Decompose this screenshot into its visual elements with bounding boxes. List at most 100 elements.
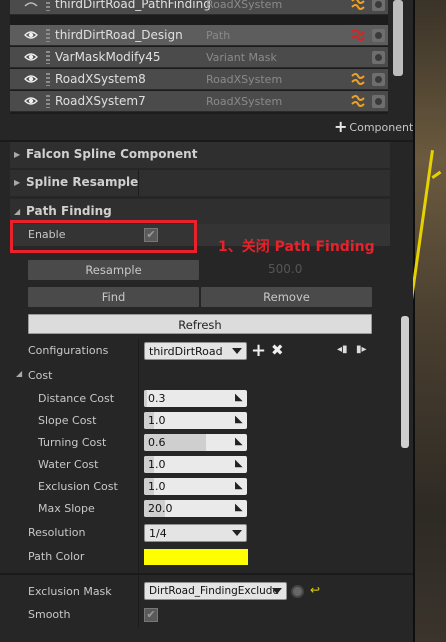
smooth-label: Smooth — [28, 608, 71, 621]
category-label: Path Finding — [26, 204, 112, 218]
viewport-preview — [413, 0, 446, 642]
drag-handle[interactable] — [46, 51, 50, 64]
configurations-dropdown[interactable]: thirdDirtRoad — [144, 342, 247, 360]
details-scrollbar[interactable] — [401, 316, 409, 448]
settings-dot-icon[interactable] — [372, 0, 385, 11]
smooth-checkbox[interactable]: ✔ — [144, 608, 158, 622]
cost-label: Cost — [28, 369, 53, 382]
exclusion-mask-label: Exclusion Mask — [28, 585, 112, 598]
component-name: RoadXSystem7 — [55, 94, 146, 108]
visibility-icon[interactable] — [24, 51, 38, 63]
drag-handle[interactable] — [46, 0, 50, 11]
expand-arrow-icon: ▶ — [14, 178, 21, 187]
refresh-button[interactable]: Refresh — [28, 314, 372, 334]
visibility-icon[interactable] — [24, 0, 38, 10]
cost-field-label: Turning Cost — [38, 436, 107, 449]
spline-line — [431, 170, 446, 210]
settings-dot-icon[interactable] — [372, 95, 385, 108]
exclusion-mask-value: DirtRoad_FindingExclude — [149, 585, 279, 597]
path-icon — [350, 28, 366, 44]
add-component-button[interactable]: + Component — [334, 117, 414, 136]
component-type: RoadXSystem — [206, 95, 283, 108]
dropdown-arrow-icon — [232, 348, 242, 354]
turning-cost-field[interactable]: 0.6 ◣ — [144, 434, 247, 451]
resize-arrow-icon: ◣ — [235, 414, 243, 425]
resolution-dropdown[interactable]: 1/4 — [144, 524, 247, 542]
browse-icon[interactable] — [291, 585, 304, 598]
find-button[interactable]: Find — [28, 287, 199, 307]
move-left-icon[interactable]: ◂▮ — [337, 344, 348, 355]
road-icon — [350, 0, 366, 13]
expand-arrow-icon: ▶ — [14, 150, 21, 159]
cost-field-label: Distance Cost — [38, 392, 115, 405]
reset-arrow-icon[interactable]: ↩ — [310, 583, 320, 597]
dropdown-arrow-icon — [232, 530, 242, 536]
collapse-arrow-icon: ◢ — [16, 369, 23, 378]
drag-handle[interactable] — [46, 29, 50, 42]
component-list: thirdDirtRoad_PathFinding RoadXSystem th… — [10, 0, 388, 114]
category-spline-resample[interactable]: ▶ Spline Resample — [10, 170, 390, 196]
add-config-icon[interactable]: + — [251, 340, 266, 361]
component-row-2[interactable]: VarMaskModify45 Variant Mask — [10, 47, 388, 68]
add-component-label: Component — [349, 120, 414, 134]
cost-field-label: Slope Cost — [38, 414, 97, 427]
exclusion-cost-field[interactable]: 1.0 ◣ — [144, 478, 247, 495]
settings-dot-icon[interactable] — [372, 29, 385, 42]
road-icon — [350, 72, 366, 88]
configurations-value: thirdDirtRoad — [149, 345, 223, 358]
resize-arrow-icon: ◣ — [235, 458, 243, 469]
remove-config-icon[interactable]: ✖ — [271, 341, 284, 359]
exclusion-mask-dropdown[interactable]: DirtRoad_FindingExclude — [144, 582, 287, 600]
annotation-text: 1、关闭 Path Finding — [218, 239, 375, 255]
path-color-swatch[interactable] — [144, 549, 248, 565]
highlight-box — [10, 220, 197, 253]
collapse-arrow-icon: ◢ — [14, 207, 21, 216]
drag-handle[interactable] — [46, 95, 50, 108]
remove-button[interactable]: Remove — [201, 287, 372, 307]
component-row-3[interactable]: RoadXSystem8 RoadXSystem — [10, 69, 388, 90]
resize-arrow-icon: ◣ — [235, 436, 243, 447]
plus-icon: + — [334, 117, 348, 136]
distance-cost-field[interactable]: 0.3 ◣ — [144, 390, 247, 407]
divider — [0, 573, 413, 575]
component-name: thirdDirtRoad_PathFinding — [55, 0, 211, 11]
component-type: RoadXSystem — [206, 73, 283, 86]
category-label: Spline Resample — [26, 175, 139, 189]
path-color-label: Path Color — [28, 550, 85, 563]
category-label: Falcon Spline Component — [26, 147, 198, 161]
resize-arrow-icon: ◣ — [235, 392, 243, 403]
component-name: VarMaskModify45 — [55, 50, 161, 64]
component-row-1[interactable]: thirdDirtRoad_Design Path — [10, 25, 388, 46]
resolution-label: Resolution — [28, 526, 86, 539]
resize-arrow-icon: ◣ — [235, 502, 243, 513]
component-name: RoadXSystem8 — [55, 72, 146, 86]
drag-handle[interactable] — [46, 73, 50, 86]
resample-value: 500.0 — [268, 262, 303, 276]
resample-button[interactable]: Resample — [28, 260, 199, 280]
spline-line — [413, 150, 434, 642]
cost-field-label: Exclusion Cost — [38, 480, 118, 493]
component-row-4[interactable]: RoadXSystem7 RoadXSystem — [10, 91, 388, 112]
resolution-value: 1/4 — [149, 527, 167, 540]
road-icon — [350, 94, 366, 110]
max-slope-field[interactable]: 20.0 ◣ — [144, 500, 247, 517]
dropdown-arrow-icon — [272, 588, 282, 594]
component-list-scrollbar[interactable] — [393, 0, 403, 76]
visibility-icon[interactable] — [24, 95, 38, 107]
move-right-icon[interactable]: ▮▸ — [356, 344, 367, 355]
visibility-icon[interactable] — [24, 73, 38, 85]
cost-group-header[interactable]: ◢ Cost — [10, 365, 400, 385]
configurations-label: Configurations — [28, 344, 109, 357]
details-panel: thirdDirtRoad_PathFinding RoadXSystem th… — [0, 0, 413, 642]
resize-arrow-icon: ◣ — [235, 480, 243, 491]
water-cost-field[interactable]: 1.0 ◣ — [144, 456, 247, 473]
cost-field-label: Water Cost — [38, 458, 99, 471]
settings-dot-icon[interactable] — [372, 73, 385, 86]
visibility-icon[interactable] — [24, 29, 38, 41]
category-falcon-spline[interactable]: ▶ Falcon Spline Component — [10, 142, 390, 168]
component-type: Variant Mask — [206, 51, 277, 64]
settings-dot-icon[interactable] — [372, 51, 385, 64]
slope-cost-field[interactable]: 1.0 ◣ — [144, 412, 247, 429]
component-type: Path — [206, 29, 231, 42]
component-row-0[interactable]: thirdDirtRoad_PathFinding RoadXSystem — [10, 0, 388, 15]
